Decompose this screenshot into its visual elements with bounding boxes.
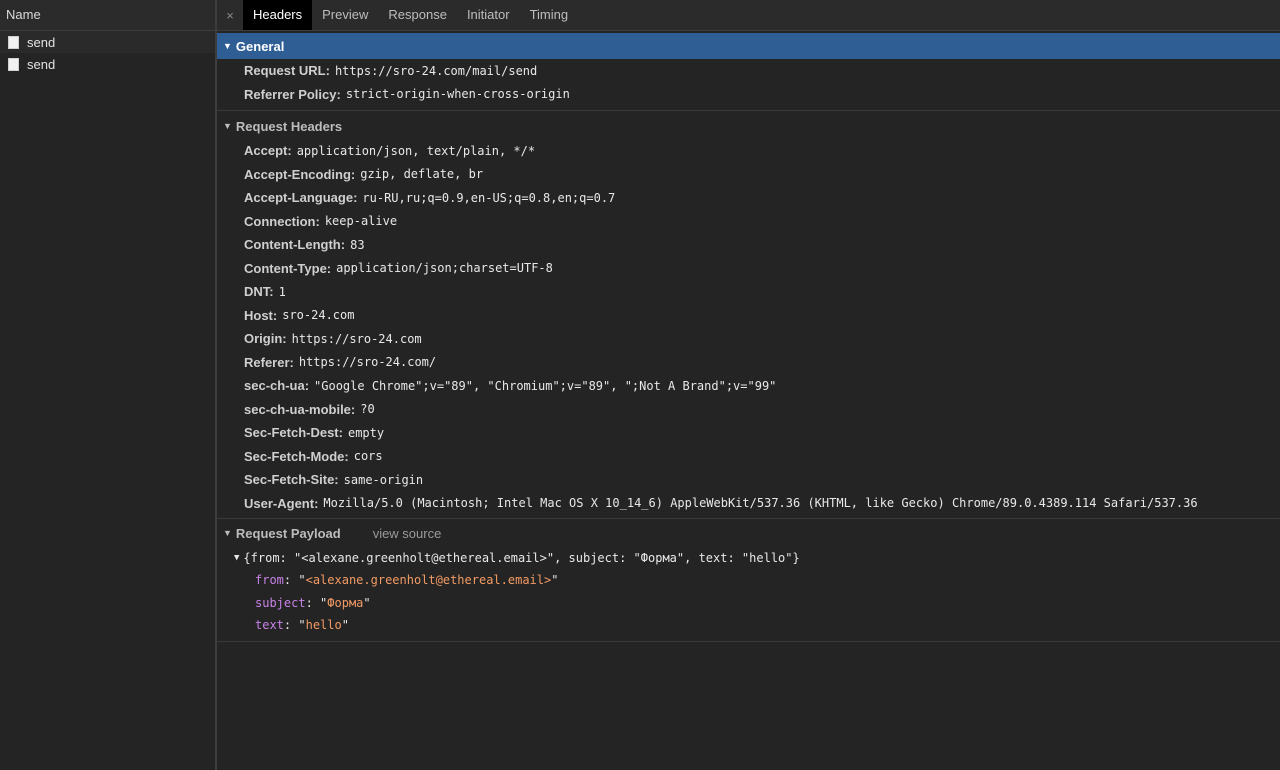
header-key: Referrer Policy: bbox=[244, 86, 341, 102]
document-icon bbox=[8, 57, 19, 71]
close-icon[interactable]: × bbox=[217, 8, 243, 23]
header-key: Referer: bbox=[244, 354, 294, 370]
document-icon bbox=[8, 35, 19, 49]
header-value: application/json;charset=UTF-8 bbox=[336, 261, 553, 276]
header-value: https://sro-24.com bbox=[291, 331, 422, 346]
general-section-body: Request URL: https://sro-24.com/mail/sen… bbox=[217, 59, 1280, 110]
payload-value: <alexane.greenholt@ethereal.email> bbox=[305, 573, 552, 588]
header-value: ?0 bbox=[360, 402, 375, 417]
header-row: Accept-Encoding: gzip, deflate, br bbox=[217, 163, 1280, 187]
triangle-down-icon: ▼ bbox=[234, 552, 240, 563]
header-key: Content-Length: bbox=[244, 237, 346, 253]
divider bbox=[217, 640, 1280, 642]
payload-value: hello bbox=[305, 618, 342, 633]
header-key: Accept-Language: bbox=[244, 190, 358, 206]
request-headers-title: Request Headers bbox=[235, 118, 343, 134]
payload-summary[interactable]: ▼ {from: "<alexane.greenholt@ethereal.em… bbox=[217, 546, 1280, 569]
header-value: ru-RU,ru;q=0.9,en-US;q=0.8,en;q=0.7 bbox=[362, 190, 616, 205]
header-row: Content-Length: 83 bbox=[217, 233, 1280, 257]
header-key: Sec-Fetch-Dest: bbox=[244, 425, 343, 441]
header-value: empty bbox=[347, 425, 385, 440]
header-key: sec-ch-ua: bbox=[244, 378, 310, 394]
tab-timing[interactable]: Timing bbox=[520, 0, 579, 30]
payload-field: subject: " Форма " bbox=[255, 595, 371, 610]
header-key: sec-ch-ua-mobile: bbox=[244, 401, 356, 417]
payload-summary-text: {from: "<alexane.greenholt@ethereal.emai… bbox=[243, 550, 800, 565]
header-key: Sec-Fetch-Site: bbox=[244, 472, 339, 488]
triangle-down-icon: ▼ bbox=[223, 528, 232, 538]
request-payload-section-header[interactable]: ▼ Request Payload view source bbox=[217, 520, 1280, 546]
request-headers-section-header[interactable]: ▼ Request Headers bbox=[217, 113, 1280, 139]
header-value: "Google Chrome";v="89", "Chromium";v="89… bbox=[314, 378, 777, 393]
header-key: DNT: bbox=[244, 284, 274, 300]
details-tab-bar: × Headers Preview Response Initiator Tim… bbox=[217, 0, 1280, 31]
header-row: sec-ch-ua-mobile: ?0 bbox=[217, 398, 1280, 422]
header-value: Mozilla/5.0 (Macintosh; Intel Mac OS X 1… bbox=[323, 496, 1198, 511]
header-value: https://sro-24.com/ bbox=[298, 355, 437, 370]
header-row: User-Agent: Mozilla/5.0 (Macintosh; Intel… bbox=[217, 492, 1280, 516]
header-row: Accept: application/json, text/plain, */* bbox=[217, 139, 1280, 163]
header-row: Sec-Fetch-Dest: empty bbox=[217, 421, 1280, 445]
general-title: General bbox=[235, 38, 285, 54]
divider bbox=[217, 518, 1280, 519]
payload-field: from: " <alexane.greenholt@ethereal.email… bbox=[255, 573, 559, 588]
header-value: 83 bbox=[350, 237, 365, 252]
tab-preview[interactable]: Preview bbox=[312, 0, 378, 30]
header-value: https://sro-24.com/mail/send bbox=[334, 63, 538, 78]
tab-initiator[interactable]: Initiator bbox=[457, 0, 520, 30]
header-row: Request URL: https://sro-24.com/mail/sen… bbox=[217, 59, 1280, 83]
payload-value: Форма bbox=[327, 595, 364, 610]
name-column-header[interactable]: Name bbox=[0, 0, 215, 31]
payload-key: text bbox=[255, 618, 284, 633]
header-key: User-Agent: bbox=[244, 495, 319, 511]
header-value: sro-24.com bbox=[282, 308, 355, 323]
header-key: Connection: bbox=[244, 213, 320, 229]
header-key: Sec-Fetch-Mode: bbox=[244, 448, 349, 464]
tab-headers[interactable]: Headers bbox=[243, 0, 313, 30]
header-row: Origin: https://sro-24.com bbox=[217, 327, 1280, 351]
header-key: Origin: bbox=[244, 331, 287, 347]
header-key: Accept-Encoding: bbox=[244, 166, 356, 182]
header-row: Referrer Policy: strict-origin-when-cros… bbox=[217, 83, 1280, 107]
header-value: gzip, deflate, br bbox=[360, 167, 484, 182]
header-row: sec-ch-ua: "Google Chrome";v="89", "Chrom… bbox=[217, 374, 1280, 398]
request-details-panel: × Headers Preview Response Initiator Tim… bbox=[217, 0, 1280, 770]
request-payload-section-body: ▼ {from: "<alexane.greenholt@ethereal.em… bbox=[217, 546, 1280, 641]
request-row[interactable]: send bbox=[0, 31, 215, 53]
payload-key: from bbox=[255, 573, 284, 588]
header-row: Accept-Language: ru-RU,ru;q=0.9,en-US;q=0… bbox=[217, 186, 1280, 210]
tab-response[interactable]: Response bbox=[378, 0, 457, 30]
divider bbox=[217, 110, 1280, 111]
header-row: Host: sro-24.com bbox=[217, 304, 1280, 328]
header-key: Content-Type: bbox=[244, 260, 332, 276]
header-value: application/json, text/plain, */* bbox=[296, 143, 536, 158]
request-name: send bbox=[27, 34, 56, 50]
request-headers-section-body: Accept: application/json, text/plain, */*… bbox=[217, 139, 1280, 518]
request-name: send bbox=[27, 56, 56, 72]
header-value: 1 bbox=[278, 284, 286, 299]
header-value: keep-alive bbox=[324, 214, 398, 229]
header-row: Sec-Fetch-Site: same-origin bbox=[217, 468, 1280, 492]
header-key: Request URL: bbox=[244, 63, 330, 79]
general-section-header[interactable]: ▼ General bbox=[217, 33, 1280, 59]
request-list-panel: Name send send bbox=[0, 0, 217, 770]
request-row[interactable]: send bbox=[0, 53, 215, 75]
header-row: Referer: https://sro-24.com/ bbox=[217, 351, 1280, 375]
header-value: strict-origin-when-cross-origin bbox=[345, 87, 570, 102]
header-value: cors bbox=[353, 449, 383, 464]
header-row: DNT: 1 bbox=[217, 280, 1280, 304]
triangle-down-icon: ▼ bbox=[223, 41, 232, 51]
triangle-down-icon: ▼ bbox=[223, 121, 232, 131]
header-value: same-origin bbox=[343, 472, 424, 487]
header-row: Connection: keep-alive bbox=[217, 210, 1280, 234]
header-key: Host: bbox=[244, 307, 278, 323]
view-source-link[interactable]: view source bbox=[373, 526, 442, 541]
header-row: Content-Type: application/json;charset=UT… bbox=[217, 257, 1280, 281]
request-payload-title: Request Payload bbox=[235, 525, 341, 541]
header-row: Sec-Fetch-Mode: cors bbox=[217, 445, 1280, 469]
header-key: Accept: bbox=[244, 143, 292, 159]
payload-field: text: " hello " bbox=[255, 618, 349, 633]
payload-key: subject bbox=[255, 595, 306, 610]
